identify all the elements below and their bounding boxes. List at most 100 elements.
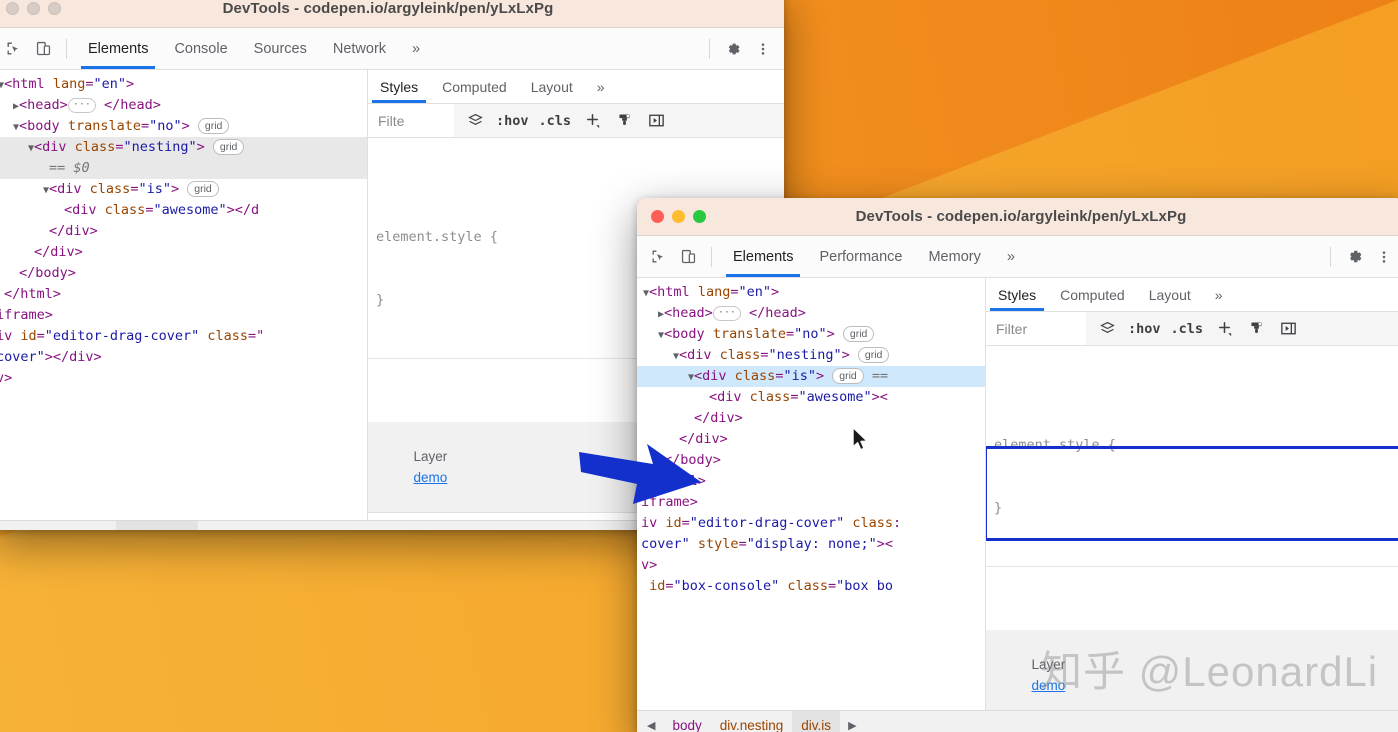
grid-badge[interactable]: grid bbox=[857, 347, 890, 363]
front-panel-tabs[interactable]: Elements Performance Memory » bbox=[720, 236, 1028, 277]
element-classes-button[interactable]: .cls bbox=[539, 113, 572, 129]
back-window-titlebar[interactable]: DevTools - codepen.io/argyleink/pen/yLxL… bbox=[0, 0, 784, 28]
new-style-rule-button[interactable] bbox=[1213, 319, 1235, 338]
dom-tree-row[interactable]: ▼<div class="nesting"> grid bbox=[0, 137, 367, 158]
hover-state-button[interactable]: :hov bbox=[496, 113, 529, 129]
grid-badge[interactable]: grid bbox=[197, 118, 230, 134]
subtab-styles[interactable]: Styles bbox=[986, 278, 1048, 311]
inspect-element-icon[interactable] bbox=[0, 35, 28, 63]
kebab-menu-icon[interactable] bbox=[1369, 243, 1398, 271]
dom-tree-row[interactable]: </div> bbox=[0, 242, 367, 263]
dom-tree-row[interactable]: ▼<div class="is"> grid bbox=[0, 179, 367, 200]
kebab-menu-icon[interactable] bbox=[748, 35, 778, 63]
inspect-element-icon[interactable] bbox=[643, 243, 673, 271]
gear-icon[interactable] bbox=[718, 35, 748, 63]
tab-performance[interactable]: Performance bbox=[806, 236, 915, 277]
front-styles-filter-bar[interactable]: Filter :hov .cls bbox=[986, 312, 1398, 346]
dom-tree-row[interactable]: ▶<head> ··· </head> bbox=[637, 303, 985, 324]
front-styles-subtabs[interactable]: Styles Computed Layout » bbox=[986, 278, 1398, 312]
breadcrumb-body[interactable]: body bbox=[69, 521, 116, 530]
front-breadcrumb-bar[interactable]: ◀ body div.nesting div.is ▶ bbox=[637, 710, 1398, 732]
new-style-rule-button[interactable] bbox=[581, 111, 603, 130]
subtab-styles[interactable]: Styles bbox=[368, 70, 430, 103]
front-window-titlebar[interactable]: DevTools - codepen.io/argyleink/pen/yLxL… bbox=[637, 198, 1398, 236]
dom-tree-row[interactable]: ▼<body translate="no"> grid bbox=[637, 324, 985, 345]
breadcrumb-overflow-right[interactable]: … bbox=[198, 528, 230, 530]
breadcrumb-scroll-left[interactable]: ◀ bbox=[639, 719, 663, 732]
styles-filter-input[interactable]: Filter bbox=[986, 312, 1086, 345]
dom-tree-row[interactable]: ▼<body translate="no"> grid bbox=[0, 116, 367, 137]
grid-badge[interactable]: grid bbox=[842, 326, 875, 342]
layer-name-link[interactable]: demo bbox=[414, 470, 448, 485]
grid-badge[interactable]: grid bbox=[832, 368, 864, 384]
breadcrumb-div-nesting[interactable]: div.nesting bbox=[116, 521, 198, 530]
zoom-button[interactable] bbox=[693, 210, 706, 223]
breadcrumb-div-is[interactable]: div.is bbox=[792, 711, 841, 732]
breadcrumb-div-nesting[interactable]: div.nesting bbox=[711, 711, 793, 732]
dom-tree-row[interactable]: cover" style="display: none;">< bbox=[637, 534, 985, 555]
subtab-more[interactable]: » bbox=[1203, 278, 1235, 311]
tab-elements[interactable]: Elements bbox=[75, 28, 161, 69]
breadcrumb-overflow-left[interactable]: … bbox=[0, 528, 26, 530]
collapsed-content-pill[interactable]: ··· bbox=[67, 98, 96, 113]
back-dom-tree[interactable]: ▼<html lang="en"> ▶<head> ··· </head> ▼<bod… bbox=[0, 70, 367, 520]
tab-memory[interactable]: Memory bbox=[915, 236, 993, 277]
styles-filter-input[interactable]: Filte bbox=[368, 104, 454, 137]
dom-tree-row[interactable]: v> bbox=[637, 555, 985, 576]
dom-tree-row[interactable]: iv id="editor-drag-cover" class=" bbox=[0, 326, 367, 347]
dom-tree-row[interactable]: v> bbox=[0, 368, 367, 389]
tab-more-panels[interactable]: » bbox=[994, 236, 1028, 277]
subtab-layout[interactable]: Layout bbox=[1137, 278, 1203, 311]
dom-tree-row[interactable]: == $0 bbox=[0, 158, 367, 179]
tab-elements[interactable]: Elements bbox=[720, 236, 806, 277]
back-panel-tabs[interactable]: Elements Console Sources Network » bbox=[75, 28, 433, 69]
dom-tree-row[interactable]: <div class="awesome">< bbox=[637, 387, 985, 408]
computed-styles-sidebar-icon[interactable] bbox=[613, 112, 635, 129]
minimize-button[interactable] bbox=[672, 210, 685, 223]
element-style-block[interactable]: element.style { } bbox=[986, 388, 1398, 567]
tab-sources[interactable]: Sources bbox=[241, 28, 320, 69]
element-classes-button[interactable]: .cls bbox=[1171, 321, 1204, 337]
grid-badge[interactable]: grid bbox=[187, 181, 219, 197]
devtools-window-foreground[interactable]: DevTools - codepen.io/argyleink/pen/yLxL… bbox=[637, 198, 1398, 732]
layers-icon[interactable] bbox=[1096, 320, 1118, 337]
layer-row-demo[interactable]: Layer demo bbox=[986, 630, 1398, 710]
dom-tree-row[interactable]: <div class="awesome"></d bbox=[0, 200, 367, 221]
subtab-layout[interactable]: Layout bbox=[519, 70, 585, 103]
hover-state-button[interactable]: :hov bbox=[1128, 321, 1161, 337]
gear-icon[interactable] bbox=[1339, 243, 1369, 271]
collapsed-content-pill[interactable]: ··· bbox=[712, 306, 741, 321]
back-devtools-toolbar[interactable]: Elements Console Sources Network » bbox=[0, 28, 784, 70]
front-devtools-toolbar[interactable]: Elements Performance Memory » bbox=[637, 236, 1398, 278]
tab-network[interactable]: Network bbox=[320, 28, 399, 69]
breadcrumb-scroll-right[interactable]: ▶ bbox=[840, 719, 864, 732]
zoom-button[interactable] bbox=[48, 2, 61, 15]
grid-badge[interactable]: grid bbox=[212, 139, 245, 155]
dom-tree-row[interactable]: ▼<html lang="en"> bbox=[0, 74, 367, 95]
front-css-rules[interactable]: element.style { } Layer demo > .is { yLx… bbox=[986, 346, 1398, 710]
subtab-computed[interactable]: Computed bbox=[1048, 278, 1137, 311]
minimize-button[interactable] bbox=[27, 2, 40, 15]
front-traffic-lights[interactable] bbox=[637, 210, 706, 223]
breadcrumb-body[interactable]: body bbox=[663, 711, 710, 732]
close-button[interactable] bbox=[651, 210, 664, 223]
layers-icon[interactable] bbox=[464, 112, 486, 129]
back-styles-subtabs[interactable]: Styles Computed Layout » bbox=[368, 70, 784, 104]
device-toolbar-icon[interactable] bbox=[28, 35, 58, 63]
subtab-computed[interactable]: Computed bbox=[430, 70, 519, 103]
device-toolbar-icon[interactable] bbox=[673, 243, 703, 271]
layer-name-link[interactable]: demo bbox=[1032, 678, 1066, 693]
dom-tree-row[interactable]: </div> bbox=[637, 408, 985, 429]
dom-tree-row[interactable]: id="box-console" class="box bo bbox=[637, 576, 985, 597]
dom-tree-row[interactable]: ▼<div class="is"> grid == bbox=[637, 366, 985, 387]
front-styles-pane[interactable]: Styles Computed Layout » Filter :hov .cl… bbox=[985, 278, 1398, 710]
dom-tree-row[interactable]: </html> bbox=[0, 284, 367, 305]
dom-tree-row[interactable]: </body> bbox=[0, 263, 367, 284]
dom-tree-row[interactable]: iframe> bbox=[0, 305, 367, 326]
dom-tree-row[interactable]: ▼<div class="nesting"> grid bbox=[637, 345, 985, 366]
close-button[interactable] bbox=[6, 2, 19, 15]
tab-more-panels[interactable]: » bbox=[399, 28, 433, 69]
dom-tree-row[interactable]: cover"></div> bbox=[0, 347, 367, 368]
tab-console[interactable]: Console bbox=[161, 28, 240, 69]
back-traffic-lights[interactable] bbox=[0, 2, 61, 15]
